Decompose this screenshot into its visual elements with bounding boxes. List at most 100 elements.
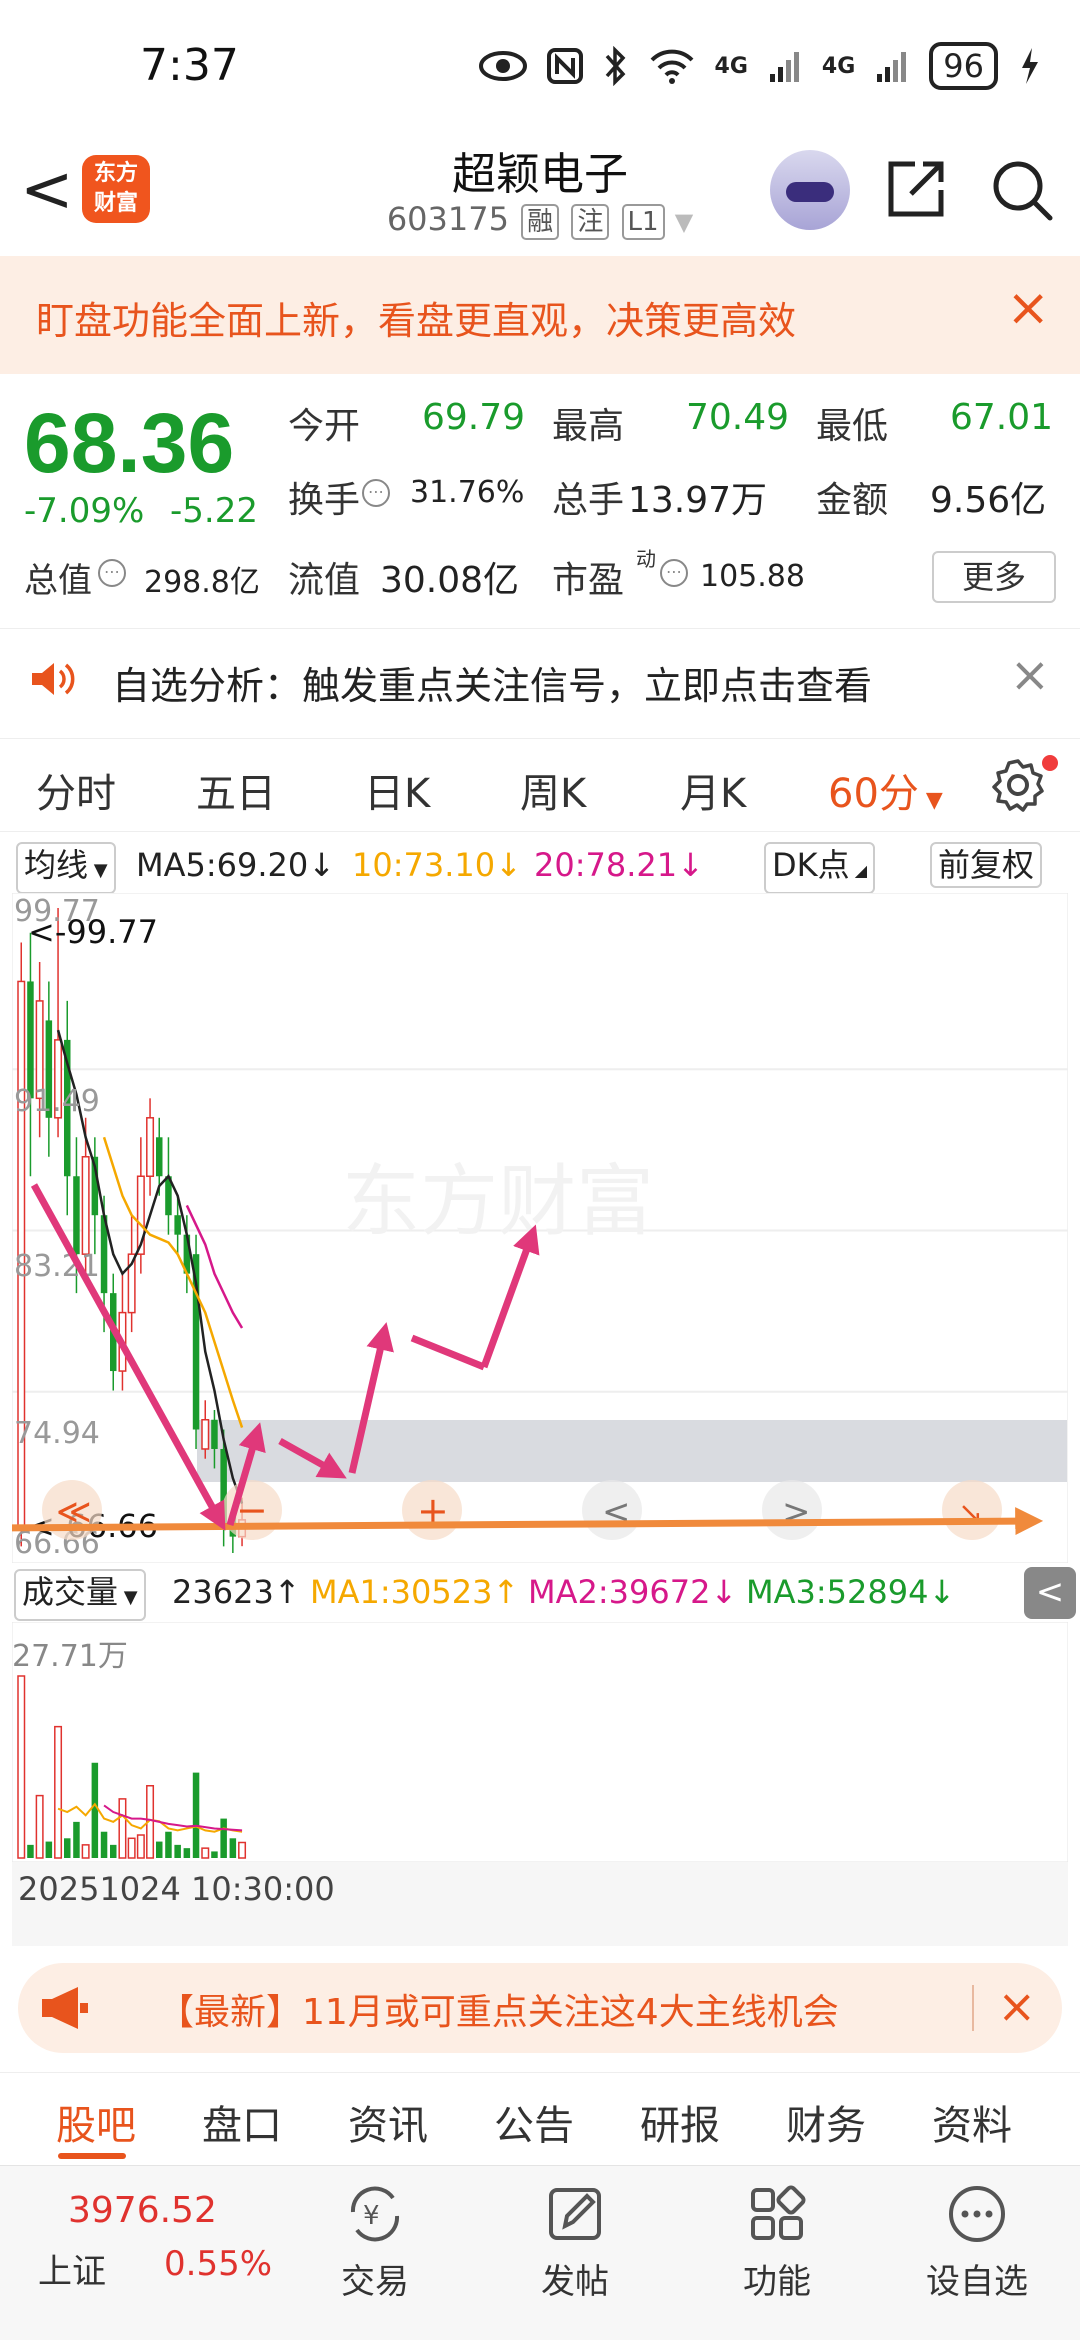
- volume-bar: [183, 1848, 191, 1858]
- volume-bar: [45, 1841, 53, 1858]
- info-icon[interactable]: ⋯: [660, 559, 688, 587]
- banner-close-button[interactable]: ×: [1006, 278, 1050, 338]
- tab-pankou[interactable]: 盘口: [202, 2093, 282, 2151]
- candle-body: [174, 1215, 181, 1235]
- info-icon[interactable]: ⋯: [98, 559, 126, 587]
- banner-text: 盯盘功能全面上新，看盘更直观，决策更高效: [36, 299, 797, 343]
- ma10-value: 10:73.10↓: [352, 846, 522, 884]
- tab-intraday[interactable]: 分时: [36, 761, 116, 819]
- volume-bar: [73, 1821, 80, 1858]
- volume-bar: [91, 1762, 99, 1858]
- pe-label: 市盈: [552, 560, 625, 601]
- adjust-button[interactable]: 前复权: [930, 842, 1043, 888]
- analysis-alert[interactable]: 自选分析：触发重点关注信号，立即点击查看 ×: [0, 628, 1080, 728]
- status-bar: 7:37 4G 4G 96: [0, 0, 1080, 130]
- news-text: 【最新】11月或可重点关注这4大主线机会: [158, 1992, 839, 2033]
- volume-max-label: 27.71万: [12, 1639, 128, 1674]
- level-tag: L1: [621, 204, 665, 240]
- dropdown-triangle-icon: ▼: [118, 1587, 138, 1608]
- candle-body: [81, 1156, 90, 1255]
- open-label: 今开: [288, 406, 361, 447]
- signal-icon: [769, 52, 799, 82]
- vol-ma1: MA1:30523↑: [310, 1573, 520, 1611]
- date-label-main: 20251024 10:30: [18, 1870, 284, 1908]
- index-ticker[interactable]: 3976.52 上证 0.55%: [0, 2166, 280, 2340]
- news-banner[interactable]: 【最新】11月或可重点关注这4大主线机会 ×: [18, 1963, 1062, 2053]
- index-change: 0.55%: [164, 2244, 273, 2284]
- active-tab-indicator: [58, 2153, 126, 2159]
- status-time: 7:37: [140, 40, 239, 91]
- volume-bar: [192, 1772, 200, 1858]
- expand-icon: ↘: [958, 1496, 983, 1531]
- ma-select[interactable]: 均线 ▼: [16, 842, 116, 894]
- volume-chart[interactable]: 27.71万: [11, 1621, 1069, 1863]
- volume-bar: [118, 1798, 127, 1859]
- nav-functions[interactable]: 功能: [712, 2182, 842, 2303]
- tab-research[interactable]: 研报: [640, 2093, 720, 2151]
- info-icon[interactable]: ⋯: [362, 479, 390, 507]
- alert-close-button[interactable]: ×: [1010, 647, 1050, 703]
- volume-bar: [100, 1831, 108, 1858]
- max-marker: <-99.77: [28, 913, 158, 951]
- highlight-zone: [197, 1420, 1067, 1482]
- kline-svg: 东方财富 99.77 <-99.77 91.49 83.21 74.94 66.…: [1, 892, 1069, 1564]
- news-close-button[interactable]: ×: [997, 1979, 1036, 2033]
- volume-select[interactable]: 成交量 ▼: [14, 1569, 146, 1621]
- nav-add-watchlist[interactable]: 设自选: [912, 2182, 1042, 2303]
- tab-60min[interactable]: 60分 ▼: [828, 761, 943, 819]
- date-label-end: :00: [283, 1870, 335, 1908]
- date-label: 20251024 10:30:00: [18, 1870, 335, 1908]
- open-value: 69.79: [422, 397, 526, 438]
- volume-bar: [211, 1851, 218, 1858]
- share-icon[interactable]: [885, 158, 947, 220]
- tab-guba[interactable]: 股吧: [56, 2093, 136, 2151]
- volume-bar: [136, 1834, 145, 1859]
- nav-trade[interactable]: ¥ 交易: [310, 2182, 440, 2303]
- volume-bar: [220, 1818, 227, 1858]
- assistant-robot-icon[interactable]: [770, 150, 850, 230]
- last-price: 68.36: [24, 396, 235, 490]
- volume-svg: 27.71万: [11, 1621, 1069, 1863]
- dropdown-triangle-icon: ▼: [88, 860, 108, 881]
- gear-icon[interactable]: [990, 757, 1046, 813]
- tab-profile[interactable]: 资料: [932, 2093, 1012, 2151]
- volume-bar: [174, 1844, 181, 1858]
- search-icon[interactable]: [990, 158, 1054, 222]
- tab-weekly[interactable]: 周K: [520, 761, 586, 819]
- feature-banner[interactable]: 盯盘功能全面上新，看盘更直观，决策更高效 ×: [0, 256, 1080, 374]
- attention-tag: 注: [571, 204, 610, 240]
- notification-dot: [1042, 755, 1058, 771]
- tab-announcement[interactable]: 公告: [494, 2093, 574, 2151]
- tab-news[interactable]: 资讯: [348, 2093, 428, 2151]
- tab-finance[interactable]: 财务: [786, 2093, 866, 2151]
- collapse-panel-button[interactable]: <: [1024, 1567, 1076, 1619]
- content-tabs: 股吧 盘口 资讯 公告 研报 财务 资料: [0, 2072, 1080, 2162]
- nav-post-label: 发帖: [541, 2262, 609, 2302]
- nav-post[interactable]: 发帖: [510, 2182, 640, 2303]
- dk-point-button[interactable]: DK点 ◢: [764, 842, 876, 894]
- candle-body: [211, 1419, 218, 1449]
- candle-body: [27, 981, 34, 1099]
- tab-monthly[interactable]: 月K: [680, 761, 746, 819]
- volume-bar: [27, 1844, 34, 1858]
- volume-now: 23623↑: [172, 1573, 301, 1611]
- vol-ma2: MA2:39672↓: [528, 1573, 738, 1611]
- megaphone-icon: [42, 1987, 88, 2029]
- kline-chart[interactable]: 东方财富 99.77 <-99.77 91.49 83.21 74.94 66.…: [1, 892, 1069, 1564]
- low-value: 67.01: [950, 397, 1054, 438]
- more-button[interactable]: 更多: [932, 551, 1056, 603]
- high-label: 最高: [552, 406, 625, 447]
- volume-bar: [127, 1837, 136, 1859]
- tab-daily[interactable]: 日K: [364, 761, 430, 819]
- eye-icon: [478, 51, 527, 81]
- volume-bar: [238, 1841, 247, 1859]
- quote-panel: 68.36 -7.09% -5.22 今开 69.79 最高 70.49 最低 …: [0, 375, 1080, 625]
- float-value: 30.08亿: [380, 560, 520, 601]
- watermark: 东方财富: [342, 1157, 654, 1247]
- bluetooth-icon: [605, 46, 625, 86]
- dropdown-triangle-icon: ▼: [918, 788, 943, 813]
- volume-bar: [35, 1794, 44, 1859]
- dk-point-label: DK点: [772, 846, 850, 884]
- news-divider: [972, 1985, 974, 2031]
- tab-five-day[interactable]: 五日: [196, 761, 276, 819]
